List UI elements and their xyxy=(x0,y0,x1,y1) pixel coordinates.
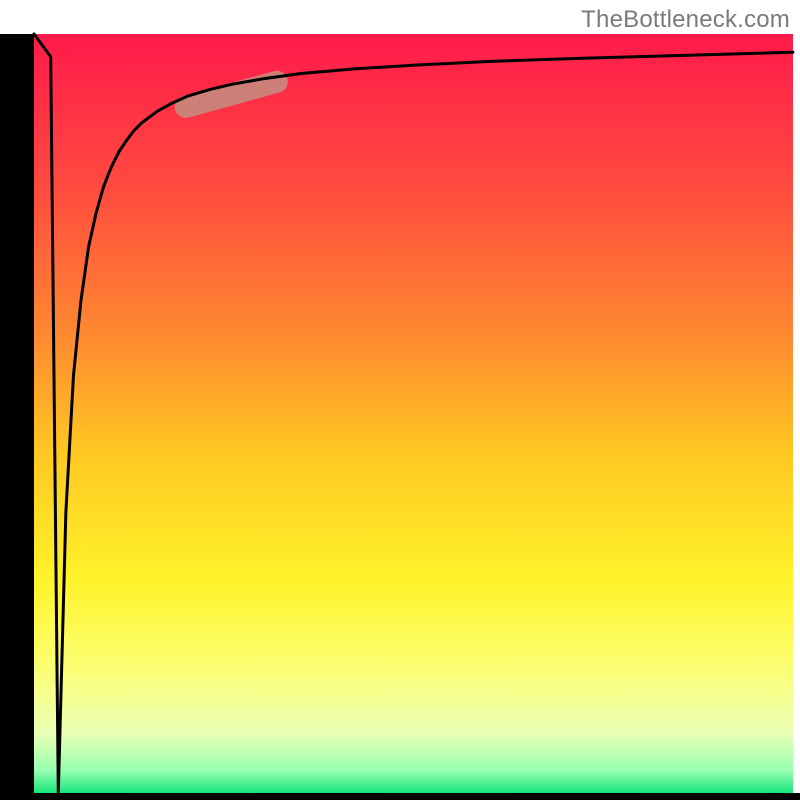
y-axis-band xyxy=(0,34,34,800)
bottleneck-chart xyxy=(0,0,800,800)
plot-background xyxy=(34,34,793,793)
x-axis-band xyxy=(0,793,800,800)
chart-frame: TheBottleneck.com xyxy=(0,0,800,800)
